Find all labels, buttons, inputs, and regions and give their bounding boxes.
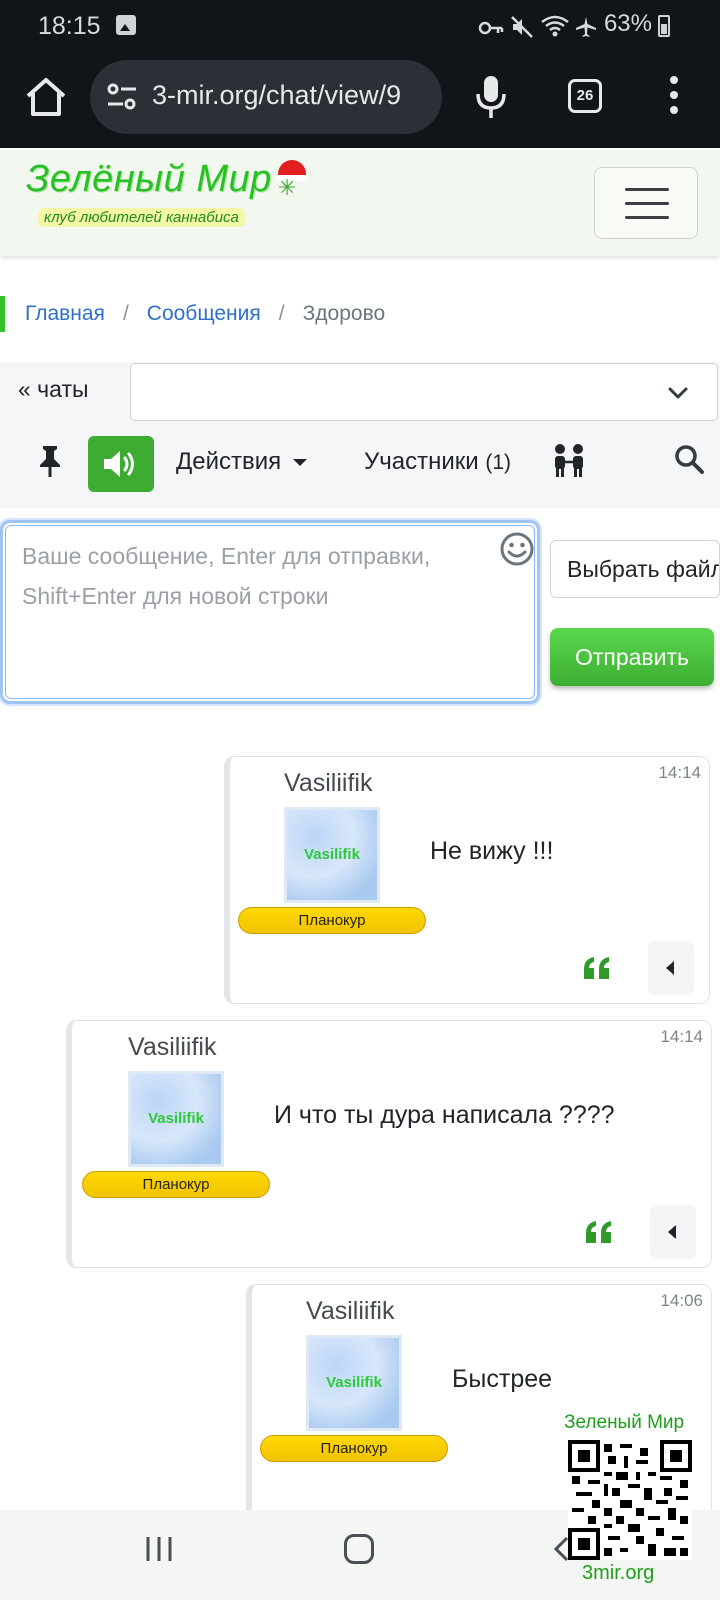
mic-icon[interactable] (474, 74, 508, 120)
site-logo[interactable]: Зелёный Мир клуб любителей каннабиса ✳ (26, 158, 308, 232)
qr-watermark: Зеленый Мир 3mir.org (560, 1410, 710, 1600)
menu-toggle-button[interactable] (594, 167, 698, 239)
tabs-icon[interactable]: 26 (568, 79, 602, 113)
caret-down-icon (293, 458, 308, 466)
message-author[interactable]: Vasiliifik (128, 1033, 216, 1062)
quote-icon[interactable] (582, 955, 612, 981)
message-text: И что ты дура написала ???? (274, 1101, 615, 1129)
volume-icon (104, 451, 134, 477)
leaf-icon: ✳ (278, 175, 297, 200)
message-input-wrapper (0, 520, 540, 704)
back-to-chats-link[interactable]: « чаты (18, 376, 89, 403)
participants-count: (1) (485, 451, 511, 474)
search-icon[interactable] (674, 444, 704, 474)
message-input[interactable] (5, 525, 535, 699)
sound-toggle-button[interactable] (88, 436, 154, 492)
qr-code-icon (568, 1440, 692, 1560)
browser-toolbar: 3-mir.org/chat/view/9 26 (0, 52, 720, 148)
message-time: 14:14 (660, 1027, 703, 1046)
airplane-icon (576, 17, 596, 37)
breadcrumb: Главная / Сообщения / Здорово (0, 296, 385, 332)
send-button[interactable]: Отправить (550, 628, 714, 686)
more-vert-icon[interactable] (668, 76, 680, 118)
message-text: Не вижу !!! (430, 837, 554, 865)
home-nav-icon[interactable] (344, 1534, 374, 1564)
message-author[interactable]: Vasiliifik (284, 769, 372, 798)
watermark-title: Зеленый Мир (564, 1412, 685, 1433)
avatar-text: Vasilifik (326, 1374, 382, 1391)
pin-icon[interactable] (36, 444, 64, 478)
address-bar[interactable]: 3-mir.org/chat/view/9 (90, 60, 442, 134)
users-icon[interactable] (552, 442, 586, 478)
site-header: Зелёный Мир клуб любителей каннабиса ✳ (0, 150, 720, 256)
status-bar: 18:15 63% (0, 0, 720, 52)
watermark-url: 3mir.org (582, 1562, 655, 1584)
site-settings-icon[interactable] (106, 82, 138, 112)
rank-badge: Планокур (238, 907, 426, 934)
chat-toolbar: « чаты Действия Участники (1) (0, 362, 720, 508)
message-time: 14:14 (658, 763, 701, 782)
message-menu-button[interactable] (648, 941, 694, 995)
message-time: 14:06 (660, 1291, 703, 1310)
wifi-icon (541, 15, 569, 37)
emoji-icon[interactable] (499, 531, 535, 567)
avatar[interactable]: Vasilifik (128, 1071, 224, 1167)
message-author[interactable]: Vasiliifik (306, 1297, 394, 1326)
chat-select[interactable] (130, 363, 718, 421)
breadcrumb-separator: / (278, 302, 285, 325)
breadcrumb-messages-link[interactable]: Сообщения (147, 302, 261, 326)
quote-icon[interactable] (584, 1219, 614, 1245)
rank-badge: Планокур (260, 1435, 448, 1462)
avatar-text: Vasilifik (148, 1110, 204, 1127)
chat-message: 14:14 Vasiliifik Vasilifik Планокур И чт… (66, 1020, 712, 1268)
avatar[interactable]: Vasilifik (284, 807, 380, 903)
battery-level: 63% (603, 10, 652, 37)
gallery-icon (116, 15, 136, 35)
breadcrumb-home-link[interactable]: Главная (25, 302, 105, 326)
rank-badge: Планокур (82, 1171, 270, 1198)
home-icon[interactable] (22, 74, 70, 122)
avatar[interactable]: Vasilifik (306, 1335, 402, 1431)
breadcrumb-current: Здорово (302, 302, 386, 325)
breadcrumb-separator: / (122, 302, 129, 325)
mute-icon (511, 16, 533, 38)
avatar-text: Vasilifik (304, 846, 360, 863)
recent-apps-icon[interactable] (144, 1534, 174, 1564)
choose-file-button[interactable]: Выбрать файл (550, 540, 720, 598)
actions-dropdown[interactable]: Действия (176, 448, 308, 476)
chevron-down-icon (668, 387, 688, 399)
logo-subtitle: клуб любителей каннабиса (38, 208, 245, 227)
url-text[interactable]: 3-mir.org/chat/view/9 (152, 80, 401, 111)
actions-label: Действия (176, 448, 282, 475)
vpn-key-icon (478, 21, 504, 35)
logo-title: Зелёный Мир (26, 158, 272, 200)
chat-message: 14:14 Vasiliifik Vasilifik Планокур Не в… (224, 756, 710, 1004)
status-time: 18:15 (38, 12, 101, 40)
message-menu-button[interactable] (650, 1205, 696, 1259)
battery-icon (658, 15, 670, 37)
participants-label: Участники (364, 448, 479, 475)
participants-button[interactable]: Участники (1) (364, 448, 511, 476)
message-text: Быстрее (452, 1365, 553, 1393)
